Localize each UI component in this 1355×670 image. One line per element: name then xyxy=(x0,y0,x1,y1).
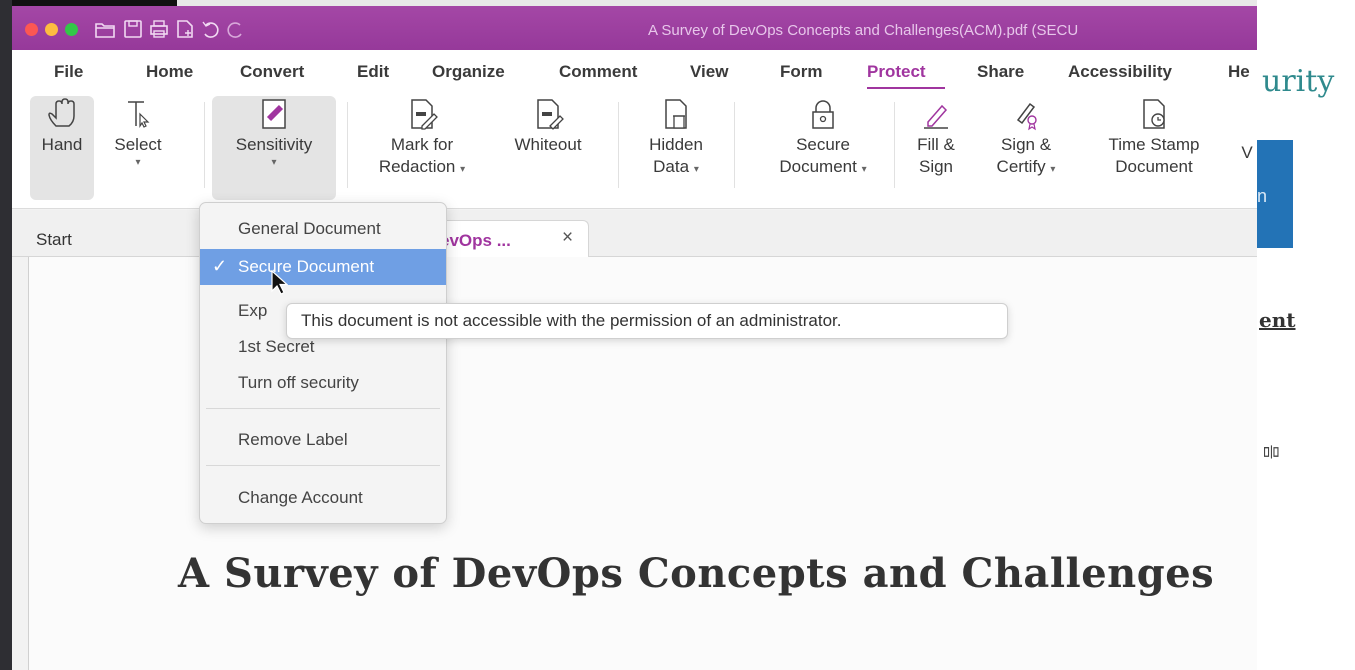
time-stamp-document-button[interactable]: Time Stamp Document xyxy=(1092,96,1216,200)
background-side-mark: 믐 xyxy=(1261,444,1279,460)
menu-edit[interactable]: Edit xyxy=(357,62,389,82)
permission-tooltip: This document is not accessible with the… xyxy=(286,303,1008,339)
menu-file[interactable]: File xyxy=(54,62,83,82)
menu-organize[interactable]: Organize xyxy=(432,62,505,82)
secure-document-button[interactable]: Secure Document ▾ xyxy=(768,96,878,200)
whiteout-icon xyxy=(530,96,566,134)
certify-pen-icon xyxy=(1008,96,1044,134)
checkmark-icon: ✓ xyxy=(212,256,228,276)
menu-view[interactable]: View xyxy=(690,62,728,82)
whiteout-button[interactable]: Whiteout xyxy=(500,96,596,200)
chevron-down-icon: ▾ xyxy=(135,157,141,168)
menu-protect[interactable]: Protect xyxy=(867,62,926,82)
select-tool-button[interactable]: Select ▾ xyxy=(108,96,168,200)
new-document-icon[interactable] xyxy=(174,18,196,40)
background-link-text: ent xyxy=(1259,308,1296,332)
print-icon[interactable] xyxy=(148,18,170,40)
window-title: A Survey of DevOps Concepts and Challeng… xyxy=(648,22,1079,39)
sensitivity-button[interactable]: Sensitivity ▾ xyxy=(212,96,336,200)
menu-help[interactable]: He xyxy=(1228,62,1250,82)
minimize-window-button[interactable] xyxy=(45,23,58,36)
text-select-icon xyxy=(120,96,156,134)
chevron-down-icon: ▾ xyxy=(1050,164,1056,175)
undo-icon[interactable] xyxy=(200,18,222,40)
menu-form[interactable]: Form xyxy=(780,62,823,82)
menu-divider xyxy=(206,408,440,409)
tab-document-label: evOps ... xyxy=(440,231,511,250)
menu-divider xyxy=(206,465,440,466)
redo-icon[interactable] xyxy=(224,18,246,40)
mark-for-redaction-button[interactable]: Mark for Redaction ▾ xyxy=(367,96,477,200)
menu-item-change-account[interactable]: Change Account xyxy=(200,480,446,516)
menu-convert[interactable]: Convert xyxy=(240,62,304,82)
document-heading: A Survey of DevOps Concepts and Challeng… xyxy=(178,550,1215,597)
chevron-down-icon: ▾ xyxy=(693,164,699,175)
tab-start[interactable]: Start xyxy=(36,230,72,250)
clock-document-icon xyxy=(1136,96,1172,134)
hidden-data-button[interactable]: Hidden Data ▾ xyxy=(638,96,714,200)
chevron-down-icon: ▾ xyxy=(271,157,277,168)
background-blue-text: n xyxy=(1257,186,1268,206)
protect-ribbon: Hand Select ▾ Sensitivity ▾ Mark for Red… xyxy=(12,90,1257,209)
menu-home[interactable]: Home xyxy=(146,62,193,82)
background-webpage xyxy=(1257,0,1355,670)
chevron-down-icon: ▾ xyxy=(460,164,466,175)
save-icon[interactable] xyxy=(122,18,144,40)
menu-item-general-document[interactable]: General Document xyxy=(200,211,446,247)
sensitivity-dropdown-menu: General Document ✓ Secure Document Exp 1… xyxy=(199,202,447,524)
zoom-window-button[interactable] xyxy=(65,23,78,36)
redaction-icon xyxy=(404,96,440,134)
menu-share[interactable]: Share xyxy=(977,62,1024,82)
menu-bar: File Home Convert Edit Organize Comment … xyxy=(12,50,1257,90)
background-blue-banner: n xyxy=(1257,140,1293,248)
hand-tool-button[interactable]: Hand xyxy=(30,96,94,200)
menu-item-secure-document[interactable]: ✓ Secure Document xyxy=(200,249,446,285)
hand-icon xyxy=(44,96,80,134)
fill-and-sign-button[interactable]: Fill & Sign xyxy=(908,96,964,200)
menu-item-turn-off-security[interactable]: Turn off security xyxy=(200,365,446,401)
tooltip-text: This document is not accessible with the… xyxy=(301,311,842,330)
close-window-button[interactable] xyxy=(25,23,38,36)
lock-icon xyxy=(805,96,841,134)
desktop-background-left xyxy=(0,0,12,670)
sign-and-certify-button[interactable]: Sign & Certify ▾ xyxy=(980,96,1072,200)
title-bar: A Survey of DevOps Concepts and Challeng… xyxy=(12,6,1257,50)
open-folder-icon[interactable] xyxy=(94,18,116,40)
mouse-pointer-icon xyxy=(270,269,289,296)
active-menu-indicator xyxy=(867,87,945,89)
menu-comment[interactable]: Comment xyxy=(559,62,637,82)
sensitivity-label-icon xyxy=(256,96,292,134)
background-brand-text: urity xyxy=(1262,64,1335,99)
close-tab-icon[interactable]: × xyxy=(562,227,573,249)
hidden-data-icon xyxy=(658,96,694,134)
chevron-down-icon: ▾ xyxy=(861,164,867,175)
pen-icon xyxy=(918,96,954,134)
menu-item-remove-label[interactable]: Remove Label xyxy=(200,422,446,458)
more-tools-button[interactable]: V xyxy=(1238,142,1256,172)
menu-accessibility[interactable]: Accessibility xyxy=(1068,62,1172,82)
